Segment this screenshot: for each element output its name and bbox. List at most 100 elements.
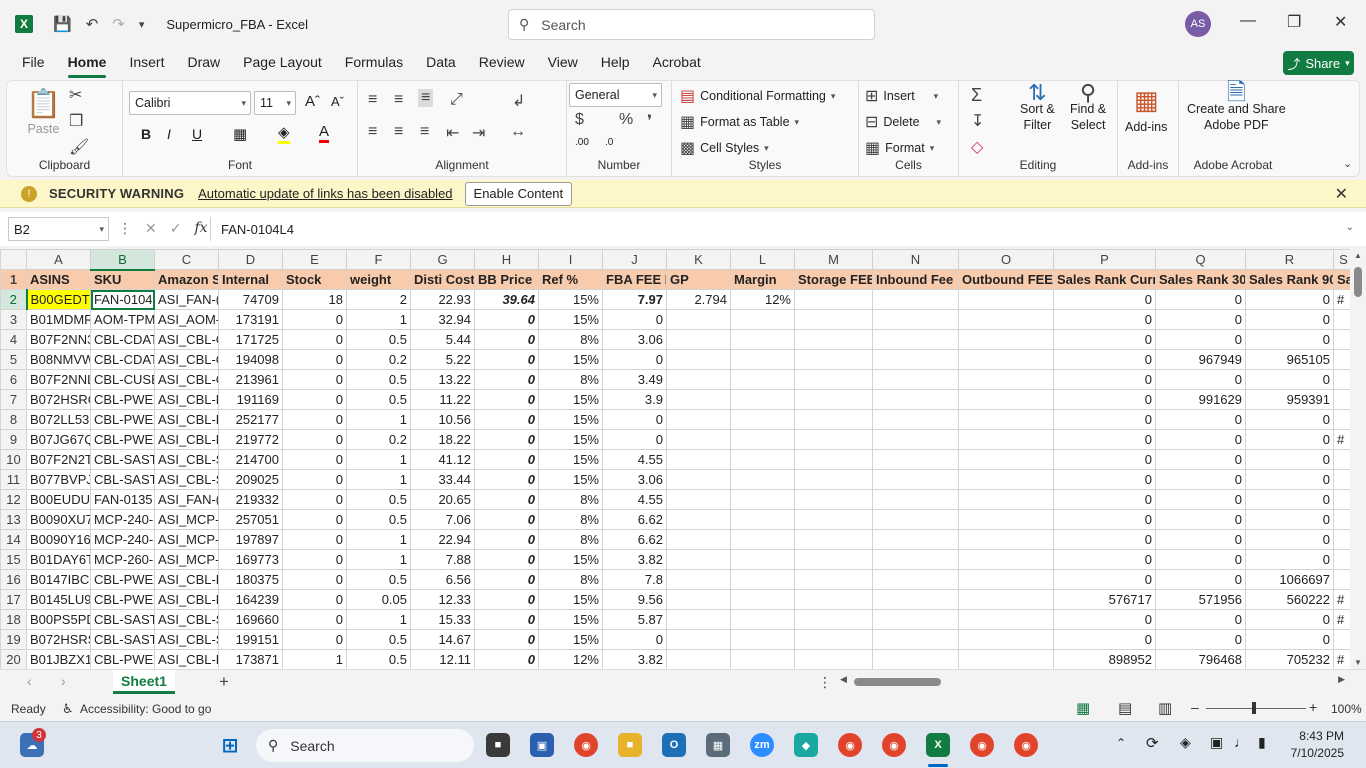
cell[interactable]: 0 xyxy=(1245,329,1334,350)
cell[interactable]: 15% xyxy=(538,409,603,430)
cell[interactable]: 0 xyxy=(282,629,347,650)
align-top-icon[interactable]: ≡ xyxy=(368,91,377,109)
row-header[interactable]: 17 xyxy=(0,589,27,610)
chevron-up-icon[interactable]: ⌃ xyxy=(1116,736,1126,750)
cell[interactable]: ASI_MCP- xyxy=(154,529,219,550)
cell[interactable]: 0 xyxy=(474,629,539,650)
cell[interactable]: ASI_CBL-P xyxy=(154,649,219,669)
cell[interactable] xyxy=(730,309,795,330)
cell[interactable]: 1 xyxy=(346,529,411,550)
cell[interactable]: 219772 xyxy=(218,429,283,450)
cell[interactable] xyxy=(666,549,731,570)
cell[interactable]: 0 xyxy=(474,529,539,550)
expand-formula-icon[interactable]: ⌄ xyxy=(1346,222,1354,233)
cell[interactable]: 15.33 xyxy=(410,609,475,630)
cell[interactable] xyxy=(872,309,959,330)
row-header[interactable]: 3 xyxy=(0,309,27,330)
display-icon[interactable]: ▣ xyxy=(1210,734,1223,751)
cell[interactable]: 0 xyxy=(1155,529,1246,550)
cell[interactable]: 0 xyxy=(282,489,347,510)
cell[interactable] xyxy=(666,509,731,530)
cell[interactable]: 15% xyxy=(538,609,603,630)
cell[interactable]: weight xyxy=(346,269,411,290)
cell[interactable]: 0 xyxy=(602,629,667,650)
cell[interactable]: 0 xyxy=(1053,629,1156,650)
cell[interactable]: 11.22 xyxy=(410,389,475,410)
column-header[interactable]: K xyxy=(666,249,731,270)
column-header[interactable]: M xyxy=(794,249,873,270)
column-header[interactable]: J xyxy=(602,249,667,270)
cell[interactable]: B00EUDU( xyxy=(26,489,91,510)
cell[interactable] xyxy=(1333,529,1350,550)
cell[interactable]: 3.49 xyxy=(602,369,667,390)
cell[interactable]: 0 xyxy=(474,569,539,590)
cell[interactable]: 0.5 xyxy=(346,629,411,650)
cell[interactable]: B00PS5PD xyxy=(26,609,91,630)
cell[interactable]: 796468 xyxy=(1155,649,1246,669)
cell[interactable]: 15% xyxy=(538,469,603,490)
battery-icon[interactable]: ▮ xyxy=(1258,734,1266,751)
cell[interactable]: 22.93 xyxy=(410,289,475,310)
find-select-button[interactable]: ⚲ Find & Select xyxy=(1070,82,1106,133)
horizontal-scrollbar[interactable]: ◀ ▶ xyxy=(840,674,1345,688)
addins-button[interactable]: ▦ Add-ins xyxy=(1125,85,1167,134)
cell[interactable]: 15% xyxy=(538,629,603,650)
cell[interactable]: 12% xyxy=(538,649,603,669)
cell[interactable] xyxy=(730,349,795,370)
cell[interactable]: 5.87 xyxy=(602,609,667,630)
excel-icon[interactable]: X xyxy=(926,733,950,757)
cut-icon[interactable]: ✂ xyxy=(69,85,82,105)
font-color-icon[interactable]: A xyxy=(319,123,330,143)
cell[interactable]: 15% xyxy=(538,289,603,310)
cell[interactable]: 0 xyxy=(1155,629,1246,650)
cell[interactable] xyxy=(872,489,959,510)
cell[interactable]: B01DAY6T xyxy=(26,549,91,570)
cell[interactable]: 0 xyxy=(602,409,667,430)
cell[interactable]: 1 xyxy=(346,549,411,570)
cells-table[interactable]: ABCDEFGHIJKLMNOPQRS 1 ASINS SKU Amazon S Int… xyxy=(0,249,1350,669)
cell[interactable] xyxy=(730,449,795,470)
increase-decimal-icon[interactable]: .00 xyxy=(575,137,589,148)
cell[interactable]: Amazon S xyxy=(154,269,219,290)
cell[interactable]: 171725 xyxy=(218,329,283,350)
cell[interactable] xyxy=(794,549,873,570)
cell[interactable]: 8% xyxy=(538,529,603,550)
page-layout-view-icon[interactable]: ▤ xyxy=(1118,699,1132,717)
tab-draw[interactable]: Draw xyxy=(187,54,220,72)
cell[interactable]: 3.06 xyxy=(602,329,667,350)
cell[interactable]: 0 xyxy=(474,489,539,510)
row-header[interactable]: 6 xyxy=(0,369,27,390)
cell[interactable] xyxy=(794,649,873,669)
align-middle-icon[interactable]: ≡ xyxy=(394,91,403,109)
cell[interactable]: 0 xyxy=(1155,449,1246,470)
cell[interactable]: 967949 xyxy=(1155,349,1246,370)
cell[interactable] xyxy=(666,609,731,630)
cell[interactable]: B07F2N2T xyxy=(26,449,91,470)
cell[interactable]: 0 xyxy=(282,529,347,550)
cell[interactable]: 2 xyxy=(346,289,411,310)
share-button[interactable]: ⤴ Share ▾ xyxy=(1283,51,1354,75)
tab-data[interactable]: Data xyxy=(426,54,456,72)
grow-font-icon[interactable]: Aˆ xyxy=(305,93,320,110)
enable-content-button[interactable]: Enable Content xyxy=(464,181,573,206)
cell[interactable]: 5.22 xyxy=(410,349,475,370)
cell[interactable]: SKU xyxy=(90,269,155,290)
tab-formulas[interactable]: Formulas xyxy=(345,54,403,72)
more-options-icon[interactable]: ⋮ xyxy=(818,674,832,691)
cell[interactable] xyxy=(794,389,873,410)
cell[interactable]: 15% xyxy=(538,549,603,570)
tab-review[interactable]: Review xyxy=(479,54,525,72)
cell[interactable] xyxy=(1333,629,1350,650)
sheet-tab[interactable]: Sheet1 xyxy=(113,670,175,694)
cell[interactable]: 22.94 xyxy=(410,529,475,550)
cell[interactable]: 0 xyxy=(1245,309,1334,330)
cell[interactable] xyxy=(1333,389,1350,410)
cell[interactable] xyxy=(794,449,873,470)
cell[interactable] xyxy=(730,589,795,610)
cell[interactable]: BB Price xyxy=(474,269,539,290)
cell[interactable]: 0 xyxy=(474,469,539,490)
cell[interactable]: B072HSRS xyxy=(26,629,91,650)
cell[interactable]: 0.05 xyxy=(346,589,411,610)
cell[interactable] xyxy=(666,569,731,590)
cell[interactable]: 0 xyxy=(1155,509,1246,530)
